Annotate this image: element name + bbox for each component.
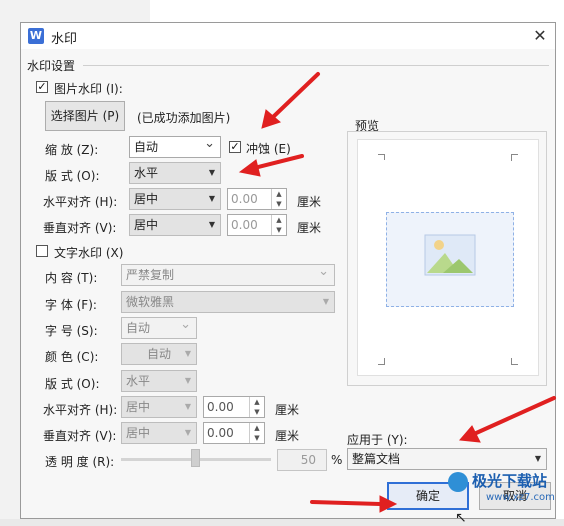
annotation-arrows xyxy=(238,72,556,513)
site-logo-icon xyxy=(448,472,468,492)
site-logo-url: www.xz7.com xyxy=(486,492,555,503)
arrow-head-ok xyxy=(379,495,398,513)
site-watermark-logo: 极光下载站 www.xz7.com xyxy=(448,470,558,514)
site-logo-text: 极光下载站 xyxy=(472,472,548,490)
arrow-to-layout xyxy=(252,154,304,170)
arrow-to-washout xyxy=(270,72,320,120)
arrow-to-apply xyxy=(472,396,556,436)
arrow-head-layout xyxy=(238,159,261,177)
arrow-to-ok xyxy=(310,500,382,506)
